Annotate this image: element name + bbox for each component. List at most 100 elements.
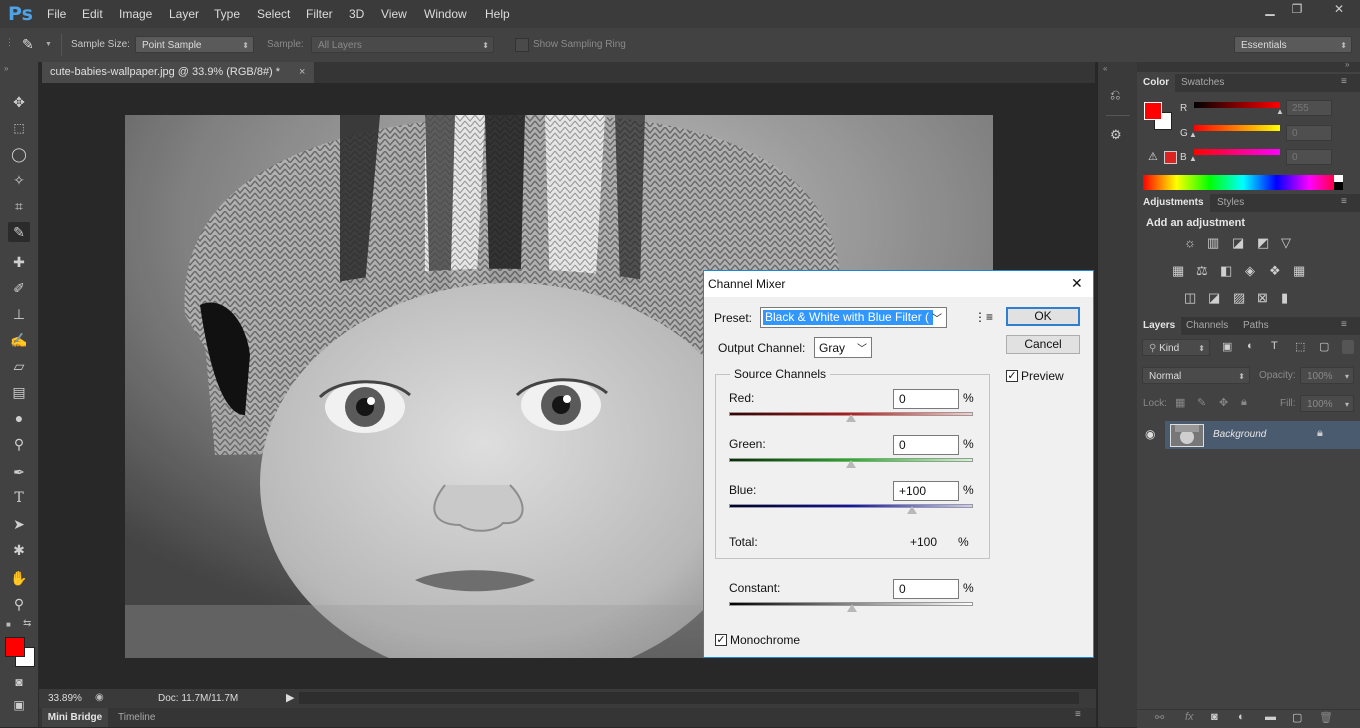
menu-select[interactable]: Select bbox=[257, 7, 290, 21]
clone-stamp-tool-icon[interactable]: ⊥ bbox=[8, 304, 30, 324]
color-balance-icon[interactable]: ⚖ bbox=[1196, 263, 1208, 279]
layer-name[interactable]: Background bbox=[1213, 429, 1266, 440]
swap-colors-icon[interactable]: ⇆ bbox=[23, 618, 31, 629]
red-slider-thumb[interactable] bbox=[846, 414, 856, 422]
threshold-icon[interactable]: ▨ bbox=[1233, 290, 1245, 306]
tab-styles[interactable]: Styles bbox=[1211, 194, 1250, 212]
sample-dropdown[interactable]: All Layers ⬍ bbox=[311, 36, 494, 53]
menu-window[interactable]: Window bbox=[424, 7, 467, 21]
brush-tool-icon[interactable]: ✐ bbox=[8, 278, 30, 298]
blue-input[interactable]: +100 bbox=[893, 481, 959, 501]
menu-type[interactable]: Type bbox=[214, 7, 240, 21]
color-r-input[interactable]: 255 bbox=[1286, 100, 1332, 116]
b-slider-thumb-icon[interactable]: ▲ bbox=[1189, 154, 1197, 163]
blue-slider-thumb[interactable] bbox=[907, 506, 917, 514]
healing-brush-tool-icon[interactable]: ✚ bbox=[8, 252, 30, 272]
color-g-slider[interactable] bbox=[1194, 125, 1280, 131]
monochrome-checkbox[interactable]: ✓ bbox=[715, 634, 727, 646]
menu-3d[interactable]: 3D bbox=[349, 7, 364, 21]
filter-toggle-switch[interactable] bbox=[1342, 340, 1354, 354]
zoom-tool-icon[interactable]: ⚲ bbox=[8, 594, 30, 614]
gradient-map-icon[interactable]: ▮ bbox=[1281, 290, 1288, 306]
gamut-color-swatch[interactable] bbox=[1164, 151, 1177, 164]
black-white-icon[interactable]: ◧ bbox=[1220, 263, 1232, 279]
pen-tool-icon[interactable]: ✒ bbox=[8, 462, 30, 482]
lock-transparent-icon[interactable]: ▦ bbox=[1175, 396, 1185, 409]
tab-channels[interactable]: Channels bbox=[1180, 317, 1234, 335]
custom-shape-tool-icon[interactable]: ✱ bbox=[8, 540, 30, 560]
foreground-color-swatch[interactable] bbox=[5, 637, 25, 657]
marquee-tool-icon[interactable]: ⬚ bbox=[8, 118, 30, 138]
menu-layer[interactable]: Layer bbox=[169, 7, 199, 21]
move-tool-icon[interactable]: ✥ bbox=[8, 92, 30, 112]
collapse-toolbox-icon[interactable]: » bbox=[4, 64, 8, 73]
filter-pixel-icon[interactable]: ▣ bbox=[1222, 340, 1232, 353]
gradient-tool-icon[interactable]: ▤ bbox=[8, 382, 30, 402]
hue-saturation-icon[interactable]: ▦ bbox=[1172, 263, 1184, 279]
color-spectrum-ramp[interactable] bbox=[1143, 175, 1343, 190]
eyedropper-tool-icon[interactable]: ✎ bbox=[8, 222, 30, 242]
fill-input[interactable]: 100% ▾ bbox=[1300, 395, 1354, 412]
history-panel-icon[interactable]: ⎌ bbox=[1110, 87, 1120, 103]
selective-color-icon[interactable]: ⊠ bbox=[1257, 290, 1268, 306]
posterize-icon[interactable]: ◪ bbox=[1208, 290, 1220, 306]
delete-layer-icon[interactable]: 🗑︎ bbox=[1319, 711, 1333, 724]
ramp-black-swatch[interactable] bbox=[1334, 182, 1343, 190]
menu-file[interactable]: File bbox=[47, 7, 66, 21]
sample-size-dropdown[interactable]: Point Sample ⬍ bbox=[135, 36, 254, 53]
menu-help[interactable]: Help bbox=[485, 7, 510, 21]
tab-adjustments[interactable]: Adjustments bbox=[1137, 194, 1210, 212]
g-slider-thumb-icon[interactable]: ▲ bbox=[1189, 130, 1197, 139]
tool-preset-arrow-icon[interactable]: ▼ bbox=[45, 41, 52, 48]
path-selection-tool-icon[interactable]: ➤ bbox=[8, 514, 30, 534]
menu-view[interactable]: View bbox=[381, 7, 407, 21]
screen-mode-icon[interactable]: ▣ bbox=[8, 695, 30, 715]
lock-pixels-icon[interactable]: ✎ bbox=[1197, 396, 1206, 409]
curves-icon[interactable]: ◪ bbox=[1232, 235, 1244, 251]
cancel-button[interactable]: Cancel bbox=[1006, 335, 1080, 354]
channel-mixer-icon[interactable]: ❖ bbox=[1269, 263, 1281, 279]
filter-type-icon[interactable]: T bbox=[1271, 340, 1278, 352]
color-panel-foreground-swatch[interactable] bbox=[1144, 102, 1162, 120]
history-brush-tool-icon[interactable]: ✍ bbox=[8, 330, 30, 350]
menu-image[interactable]: Image bbox=[119, 7, 152, 21]
layer-style-icon[interactable]: fx bbox=[1185, 711, 1194, 723]
workspace-dropdown[interactable]: Essentials ⬍ bbox=[1234, 36, 1352, 53]
crop-tool-icon[interactable]: ⌗ bbox=[8, 196, 30, 216]
quick-mask-icon[interactable]: ◙ bbox=[8, 672, 30, 692]
color-lookup-icon[interactable]: ▦ bbox=[1293, 263, 1305, 279]
restore-button[interactable]: ❐ bbox=[1284, 0, 1310, 18]
share-icon[interactable]: ◉ bbox=[95, 692, 104, 703]
filter-adjustment-icon[interactable]: ◐ bbox=[1247, 340, 1254, 352]
tab-paths[interactable]: Paths bbox=[1237, 317, 1275, 335]
dialog-close-button[interactable]: ✕ bbox=[1071, 275, 1083, 292]
panel-menu-icon[interactable]: ≡ bbox=[1075, 709, 1081, 720]
blur-tool-icon[interactable]: ● bbox=[8, 408, 30, 428]
layer-row-background[interactable]: ◉ Background 🔒︎ bbox=[1137, 421, 1360, 449]
filter-smart-object-icon[interactable]: ▢ bbox=[1319, 340, 1329, 353]
hand-tool-icon[interactable]: ✋ bbox=[8, 568, 30, 588]
invert-icon[interactable]: ◫ bbox=[1184, 290, 1196, 306]
lock-position-icon[interactable]: ✥ bbox=[1219, 396, 1228, 409]
tab-color[interactable]: Color bbox=[1137, 74, 1176, 92]
eyedropper-tool-preset-icon[interactable]: ✎ bbox=[22, 36, 34, 53]
new-adjustment-layer-icon[interactable]: ◐ bbox=[1238, 711, 1245, 723]
tab-swatches[interactable]: Swatches bbox=[1175, 74, 1230, 92]
lasso-tool-icon[interactable]: ◯ bbox=[8, 144, 30, 164]
brightness-contrast-icon[interactable]: ☼ bbox=[1184, 235, 1196, 250]
expand-panels-icon[interactable]: « bbox=[1103, 64, 1107, 73]
red-input[interactable]: 0 bbox=[893, 389, 959, 409]
ramp-white-swatch[interactable] bbox=[1334, 175, 1343, 182]
color-b-input[interactable]: 0 bbox=[1286, 149, 1332, 165]
ok-button[interactable]: OK bbox=[1006, 307, 1080, 326]
horizontal-scrollbar[interactable] bbox=[299, 692, 1079, 704]
new-layer-icon[interactable]: ▢ bbox=[1292, 711, 1302, 724]
blend-mode-dropdown[interactable]: Normal ⬍ bbox=[1142, 367, 1250, 384]
preview-checkbox[interactable]: ✓ bbox=[1006, 370, 1018, 382]
opacity-input[interactable]: 100% ▾ bbox=[1300, 367, 1354, 384]
out-of-gamut-warning-icon[interactable]: ⚠ bbox=[1148, 150, 1158, 163]
new-group-icon[interactable]: ▬ bbox=[1265, 711, 1276, 723]
panel-menu-icon[interactable]: ≡ bbox=[1341, 76, 1347, 87]
zoom-level[interactable]: 33.89% bbox=[48, 693, 82, 704]
eye-icon[interactable]: ◉ bbox=[1145, 427, 1155, 441]
